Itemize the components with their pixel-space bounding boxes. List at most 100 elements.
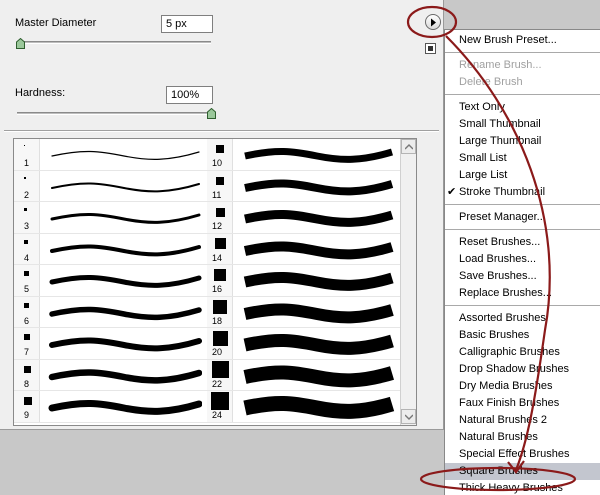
menu-item-label: Small List: [459, 152, 507, 164]
brush-preset-item[interactable]: 14: [207, 233, 400, 265]
menu-item-large-thumbnail[interactable]: Large Thumbnail: [445, 133, 600, 150]
brush-stroke-preview: [50, 243, 201, 256]
brush-stroke-preview: [243, 333, 394, 355]
menu-item-label: Load Brushes...: [459, 253, 537, 265]
menu-item-label: Drop Shadow Brushes: [459, 363, 570, 375]
brush-tip-thumbnail: 7: [14, 328, 40, 359]
brush-preset-item[interactable]: 9: [14, 391, 207, 423]
menu-item-delete-brush: Delete Brush: [445, 74, 600, 91]
panel-menu-button[interactable]: [425, 14, 441, 30]
panel-flyout-menu: New Brush Preset... Rename Brush... Delete…: [444, 29, 600, 495]
brush-tip-thumbnail: 3: [14, 202, 40, 233]
menu-item-reset-brushes[interactable]: Reset Brushes...: [445, 234, 600, 251]
brush-tip-shape: [24, 302, 29, 308]
brush-preset-item[interactable]: 3: [14, 202, 207, 234]
stroke-path: [243, 333, 394, 355]
menu-item-preset-manager[interactable]: Preset Manager...: [445, 209, 600, 226]
menu-item-label: Large Thumbnail: [459, 135, 542, 147]
brush-preset-item[interactable]: 22: [207, 359, 400, 391]
menu-item-natural-brushes[interactable]: Natural Brushes: [445, 429, 600, 446]
brush-preset-list[interactable]: 1 10 2 11 3 12 4 14 5 16 6 18 7 20 8 22 9 24: [13, 138, 417, 426]
hardness-slider-track[interactable]: [17, 112, 211, 115]
menu-item-label: Thick Heavy Brushes: [459, 482, 563, 494]
brush-preset-item[interactable]: 11: [207, 170, 400, 202]
menu-item-load-brushes[interactable]: Load Brushes...: [445, 251, 600, 268]
menu-item-square-brushes[interactable]: Square Brushes: [445, 463, 600, 480]
stroke-path: [48, 368, 202, 384]
brush-stroke-preview: [51, 150, 200, 160]
stroke-path: [51, 150, 200, 160]
brush-preset-item[interactable]: 10: [207, 139, 400, 171]
brush-tip-thumbnail: 12: [207, 202, 233, 233]
hardness-input[interactable]: [166, 86, 213, 104]
menu-separator: [445, 52, 600, 53]
menu-separator: [445, 204, 600, 205]
brush-preset-item[interactable]: 8: [14, 359, 207, 391]
brush-size-label: 8: [24, 378, 30, 389]
brush-preset-item[interactable]: 1: [14, 139, 207, 171]
brush-grid: 1 10 2 11 3 12 4 14 5 16 6 18 7 20 8 22 9 24: [14, 139, 400, 425]
brush-presets-panel: Master Diameter Hardness: 11021131241451…: [0, 0, 444, 430]
menu-item-natural-brushes-2[interactable]: Natural Brushes 2: [445, 412, 600, 429]
list-scrollbar[interactable]: [400, 139, 416, 425]
menu-item-small-list[interactable]: Small List: [445, 150, 600, 167]
menu-item-label: Natural Brushes: [459, 431, 538, 443]
right-arrow-circle-icon: [431, 18, 436, 27]
menu-item-basic-brushes[interactable]: Basic Brushes: [445, 327, 600, 344]
stroke-path: [244, 209, 394, 227]
brush-tip-shape: [215, 207, 225, 217]
master-diameter-slider-thumb[interactable]: [16, 38, 25, 49]
menu-item-save-brushes[interactable]: Save Brushes...: [445, 268, 600, 285]
brush-preset-item[interactable]: 16: [207, 265, 400, 297]
scroll-up-button[interactable]: [401, 139, 416, 154]
brush-tip-shape: [214, 269, 226, 281]
brush-preset-item[interactable]: 20: [207, 328, 400, 360]
menu-item-replace-brushes[interactable]: Replace Brushes...: [445, 285, 600, 302]
brush-tip-thumbnail: 16: [207, 265, 233, 296]
master-diameter-slider-track[interactable]: [17, 41, 211, 44]
brush-size-label: 4: [24, 252, 30, 263]
brush-preset-item[interactable]: 24: [207, 391, 400, 423]
brush-stroke-preview: [243, 271, 394, 291]
brush-tip-thumbnail: 1: [14, 139, 40, 170]
menu-item-label: Natural Brushes 2: [459, 414, 548, 426]
brush-preset-item[interactable]: 5: [14, 265, 207, 297]
brush-preset-item[interactable]: 4: [14, 233, 207, 265]
menu-item-stroke-thumbnail[interactable]: ✔ Stroke Thumbnail: [445, 184, 600, 201]
new-preset-icon[interactable]: [425, 43, 436, 54]
brush-size-label: 18: [212, 315, 223, 326]
checkmark-icon: ✔: [447, 186, 457, 198]
brush-size-label: 1: [24, 158, 30, 168]
brush-tip-shape: [24, 208, 27, 211]
stroke-path: [49, 337, 202, 352]
menu-item-large-list[interactable]: Large List: [445, 167, 600, 184]
menu-item-calligraphic-brushes[interactable]: Calligraphic Brushes: [445, 344, 600, 361]
menu-separator: [445, 305, 600, 306]
hardness-slider-thumb[interactable]: [207, 108, 216, 119]
menu-item-thick-heavy-brushes[interactable]: Thick Heavy Brushes: [445, 480, 600, 495]
menu-item-faux-finish-brushes[interactable]: Faux Finish Brushes: [445, 395, 600, 412]
menu-item-small-thumbnail[interactable]: Small Thumbnail: [445, 116, 600, 133]
brush-tip-thumbnail: 6: [14, 296, 40, 327]
stroke-path: [243, 364, 395, 387]
brush-tip-thumbnail: 24: [207, 391, 233, 422]
menu-item-dry-media-brushes[interactable]: Dry Media Brushes: [445, 378, 600, 395]
master-diameter-input[interactable]: [161, 15, 213, 33]
brush-preset-item[interactable]: 18: [207, 296, 400, 328]
menu-item-text-only[interactable]: Text Only: [445, 99, 600, 116]
stroke-path: [50, 212, 201, 224]
menu-item-special-effect-brushes[interactable]: Special Effect Brushes: [445, 446, 600, 463]
brush-preset-item[interactable]: 12: [207, 202, 400, 234]
menu-item-label: Delete Brush: [459, 76, 523, 88]
menu-item-new-brush-preset[interactable]: New Brush Preset...: [445, 32, 600, 49]
brush-preset-item[interactable]: 2: [14, 170, 207, 202]
brush-preset-item[interactable]: 6: [14, 296, 207, 328]
menu-item-assorted-brushes[interactable]: Assorted Brushes: [445, 310, 600, 327]
menu-item-drop-shadow-brushes[interactable]: Drop Shadow Brushes: [445, 361, 600, 378]
menu-item-label: Dry Media Brushes: [459, 380, 553, 392]
brush-tip-thumbnail: 8: [14, 359, 40, 390]
menu-item-label: Basic Brushes: [459, 329, 530, 341]
brush-stroke-preview: [48, 399, 202, 415]
brush-preset-item[interactable]: 7: [14, 328, 207, 360]
scroll-down-button[interactable]: [401, 409, 416, 424]
